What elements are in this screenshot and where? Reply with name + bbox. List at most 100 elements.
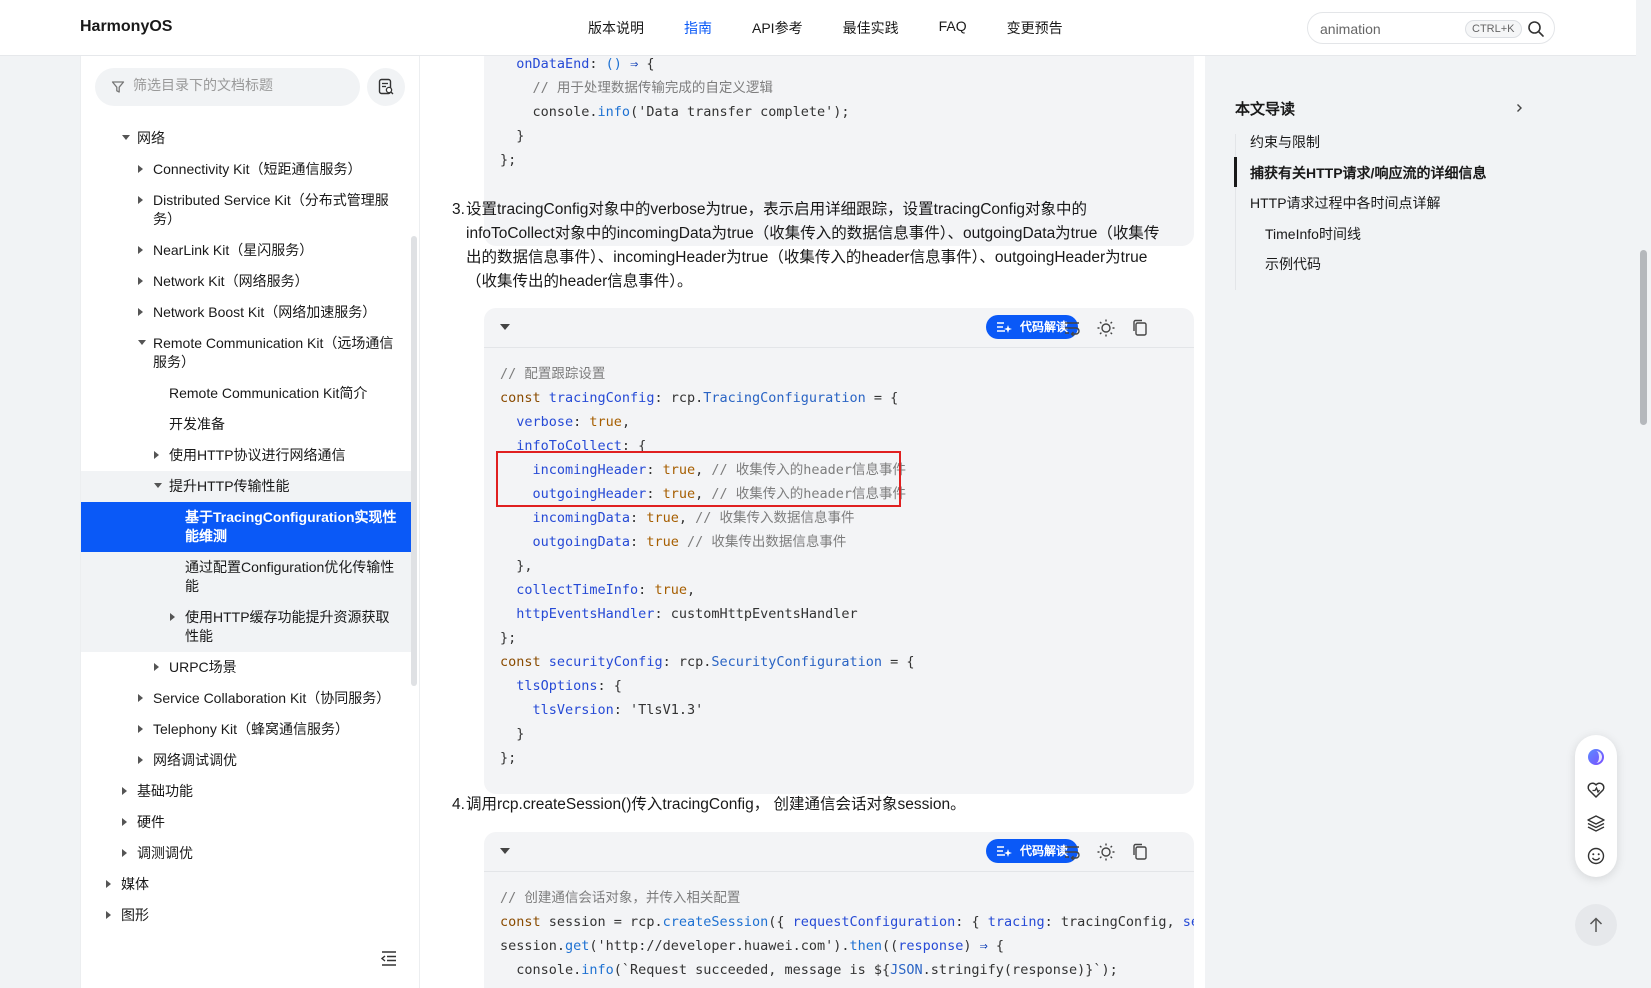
heart-icon[interactable]: [1586, 780, 1606, 800]
nav-item[interactable]: 指南: [684, 18, 712, 38]
toc-item[interactable]: TimeInfo时间线: [1265, 224, 1361, 244]
code-token: const: [500, 914, 549, 930]
page-scroll-thumb[interactable]: [1640, 250, 1647, 425]
chevron-down-icon[interactable]: [122, 135, 130, 140]
step-number: 3.: [452, 201, 465, 218]
copy-icon[interactable]: [1130, 842, 1150, 862]
code-token: console.: [500, 104, 598, 120]
toc-expand-button[interactable]: [1507, 96, 1531, 120]
sidebar-tree-item[interactable]: 网络: [81, 123, 411, 154]
sidebar-tree-item[interactable]: Distributed Service Kit（分布式管理服务）: [81, 185, 411, 235]
nav-item[interactable]: 最佳实践: [843, 18, 899, 38]
sidebar-tree-item[interactable]: 网络调试调优: [81, 745, 411, 776]
chevron-right-icon[interactable]: [122, 849, 127, 857]
nav-item[interactable]: FAQ: [939, 18, 967, 38]
search-box[interactable]: CTRL+K: [1307, 12, 1555, 44]
chevron-right-icon[interactable]: [138, 725, 143, 733]
sidebar-tree-item[interactable]: 硬件: [81, 807, 411, 838]
code-token: ,: [621, 414, 631, 430]
chevron-right-icon[interactable]: [138, 277, 143, 285]
toc-item[interactable]: 约束与限制: [1250, 132, 1320, 152]
sidebar-tree-item[interactable]: 提升HTTP传输性能: [81, 471, 411, 502]
chevron-right-icon[interactable]: [170, 613, 175, 621]
ai-assistant-icon[interactable]: [1586, 747, 1606, 767]
chevron-right-icon[interactable]: [106, 880, 111, 888]
chevron-right-icon[interactable]: [138, 165, 143, 173]
toc-item[interactable]: HTTP请求过程中各时间点详解: [1250, 193, 1441, 213]
collapse-sidebar-icon[interactable]: [379, 948, 399, 968]
sidebar-item-label: 基础功能: [137, 783, 193, 799]
theme-toggle-icon[interactable]: [1096, 318, 1116, 338]
nav-item[interactable]: 版本说明: [588, 18, 644, 38]
doc-list-button[interactable]: [367, 68, 405, 106]
sidebar-tree-item[interactable]: 使用HTTP缓存功能提升资源获取性能: [81, 602, 411, 652]
code-token: response: [898, 938, 964, 954]
search-icon[interactable]: [1526, 19, 1546, 39]
chevron-right-icon[interactable]: [154, 663, 159, 671]
chevron-right-icon[interactable]: [122, 787, 127, 795]
site-logo[interactable]: HarmonyOS: [80, 18, 172, 36]
chevron-right-icon[interactable]: [154, 451, 159, 459]
toc-item[interactable]: 示例代码: [1265, 254, 1321, 274]
sidebar-tree-item[interactable]: 媒体: [81, 869, 411, 900]
sidebar-item-label: Service Collaboration Kit（协同服务）: [153, 690, 391, 706]
sidebar-tree-item[interactable]: 通过配置Configuration优化传输性能: [81, 552, 411, 602]
theme-toggle-icon[interactable]: [1096, 842, 1116, 862]
sidebar-tree-item[interactable]: Remote Communication Kit（远场通信服务）: [81, 328, 411, 378]
chevron-down-icon[interactable]: [154, 483, 162, 488]
code-token: :: [589, 56, 606, 72]
sidebar-item-label: NearLink Kit（星闪服务）: [153, 242, 314, 258]
sidebar-tree-item[interactable]: Connectivity Kit（短距通信服务）: [81, 154, 411, 185]
copy-icon[interactable]: [1130, 318, 1150, 338]
sidebar-scrollbar[interactable]: [411, 236, 417, 686]
chevron-right-icon[interactable]: [138, 196, 143, 204]
code-token: info: [581, 962, 614, 978]
nav-item[interactable]: API参考: [752, 18, 803, 38]
filter-input[interactable]: [133, 77, 353, 93]
toc-item[interactable]: 捕获有关HTTP请求/响应流的详细信息: [1250, 163, 1486, 183]
chevron-right-icon[interactable]: [138, 756, 143, 764]
code-line: outgoingData: true // 收集传出数据信息事件: [500, 530, 1178, 554]
wrap-lines-icon[interactable]: [1062, 318, 1082, 338]
wrap-lines-icon[interactable]: [1062, 842, 1082, 862]
sidebar-tree-item[interactable]: 开发准备: [81, 409, 411, 440]
code-token: .stringify(response)}`);: [922, 962, 1118, 978]
sidebar-tree-item[interactable]: Network Boost Kit（网络加速服务）: [81, 297, 411, 328]
chevron-right-icon[interactable]: [106, 911, 111, 919]
page-scrollbar[interactable]: [1636, 0, 1651, 988]
feedback-smile-icon[interactable]: [1586, 846, 1606, 866]
sidebar-tree-item[interactable]: Service Collaboration Kit（协同服务）: [81, 683, 411, 714]
chevron-right-icon[interactable]: [138, 694, 143, 702]
search-input[interactable]: [1320, 19, 1460, 39]
sidebar-tree-item[interactable]: 基础功能: [81, 776, 411, 807]
sidebar-tree-item[interactable]: 使用HTTP协议进行网络通信: [81, 440, 411, 471]
layers-icon[interactable]: [1586, 813, 1606, 833]
code-line: // 配置跟踪设置: [500, 362, 1178, 386]
sidebar-item-label: Remote Communication Kit简介: [169, 385, 368, 401]
sidebar-tree-item[interactable]: 基于TracingConfiguration实现性能维测: [81, 502, 411, 552]
collapse-toggle-icon[interactable]: [500, 324, 510, 330]
sidebar-item-label: Telephony Kit（蜂窝通信服务）: [153, 721, 350, 737]
chevron-right-icon[interactable]: [122, 818, 127, 826]
sidebar-tree-item[interactable]: URPC场景: [81, 652, 411, 683]
sidebar-tree-item[interactable]: Telephony Kit（蜂窝通信服务）: [81, 714, 411, 745]
code-line: tlsOptions: {: [500, 674, 1178, 698]
sidebar-tree-item[interactable]: Remote Communication Kit简介: [81, 378, 411, 409]
code-line: tlsVersion: 'TlsV1.3': [500, 698, 1178, 722]
sidebar-tree-item[interactable]: 图形: [81, 900, 411, 931]
sidebar-item-label: URPC场景: [169, 659, 237, 675]
code-line: }: [500, 722, 1178, 746]
sidebar-tree-item[interactable]: Network Kit（网络服务）: [81, 266, 411, 297]
chevron-right-icon[interactable]: [138, 308, 143, 316]
chevron-down-icon[interactable]: [138, 340, 146, 345]
nav-item[interactable]: 变更预告: [1007, 18, 1063, 38]
code-line: console.info(`Request succeeded, message…: [500, 958, 1178, 982]
sidebar-tree-item[interactable]: 调测调优: [81, 838, 411, 869]
chevron-right-icon[interactable]: [138, 246, 143, 254]
sparkle-list-icon: [997, 846, 1012, 857]
filter-box[interactable]: [95, 68, 360, 106]
code-line: // 用于处理数据传输完成的自定义逻辑: [500, 76, 1178, 100]
collapse-toggle-icon[interactable]: [500, 848, 510, 854]
back-to-top-button[interactable]: [1575, 904, 1617, 946]
sidebar-tree-item[interactable]: NearLink Kit（星闪服务）: [81, 235, 411, 266]
